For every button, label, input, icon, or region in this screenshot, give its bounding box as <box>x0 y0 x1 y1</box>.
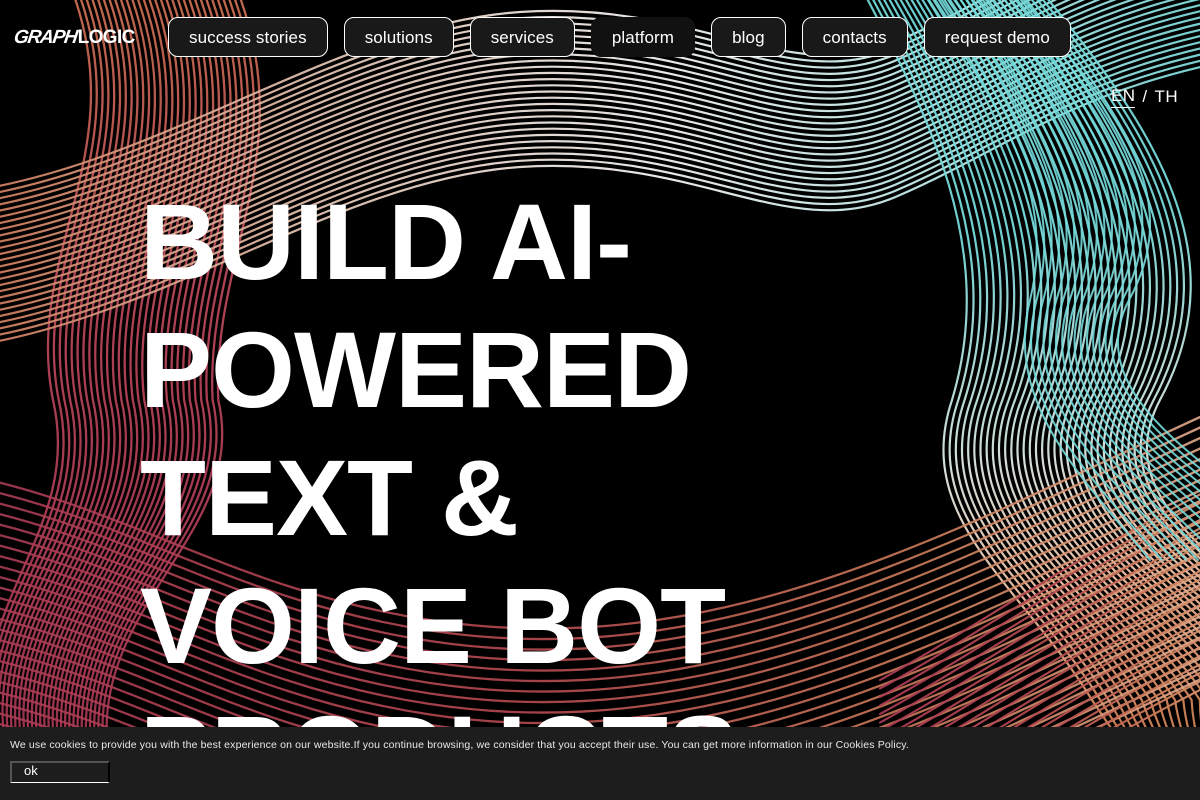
nav-item-blog[interactable]: blog <box>711 17 786 57</box>
main-navigation: success stories solutions services platf… <box>168 17 1071 57</box>
language-option-en[interactable]: EN <box>1110 86 1136 108</box>
language-switcher: EN / TH <box>1110 86 1178 108</box>
language-separator: / <box>1142 87 1148 106</box>
nav-item-solutions[interactable]: solutions <box>343 17 454 57</box>
hero-section: BUILD AI-POWERED TEXT & VOICE BOT PRODUC… <box>140 178 1100 800</box>
brand-logo[interactable]: GRAPH LOGIC <box>12 27 136 49</box>
nav-item-platform[interactable]: platform <box>590 17 696 57</box>
brand-logo-logic: LOGIC <box>77 27 136 48</box>
site-header: GRAPH LOGIC success stories solutions se… <box>0 0 1200 74</box>
language-option-th[interactable]: TH <box>1155 87 1178 107</box>
nav-item-services[interactable]: services <box>469 17 575 57</box>
nav-item-request-demo[interactable]: request demo <box>923 17 1071 57</box>
nav-item-contacts[interactable]: contacts <box>801 17 908 57</box>
cookie-accept-button[interactable]: ok <box>10 761 110 783</box>
background-line-art <box>0 0 1200 800</box>
nav-item-success-stories[interactable]: success stories <box>168 17 328 57</box>
page-root: GRAPH LOGIC success stories solutions se… <box>0 0 1200 800</box>
cookie-consent-banner: We use cookies to provide you with the b… <box>0 727 1200 800</box>
hero-heading: BUILD AI-POWERED TEXT & VOICE BOT PRODUC… <box>140 181 739 800</box>
cookie-message: We use cookies to provide you with the b… <box>10 739 909 751</box>
brand-logo-graph: GRAPH <box>12 27 79 48</box>
